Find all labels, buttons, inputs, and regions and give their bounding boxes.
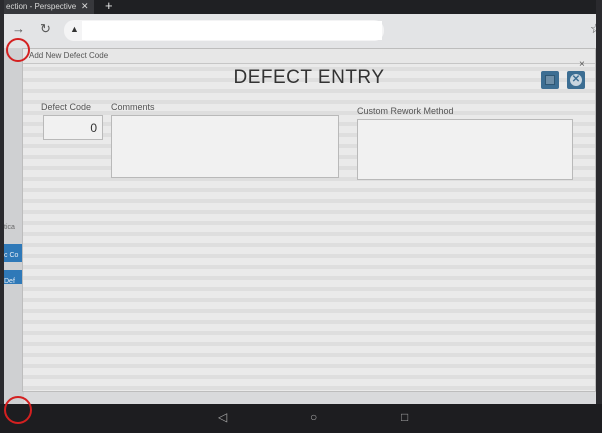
android-home-icon[interactable]: ○	[310, 410, 317, 424]
tablet-screen: ection - Perspective ✕ + → ↻ ▲ ☆ tica c …	[4, 0, 596, 404]
form-heading: DEFECT ENTRY	[233, 67, 385, 88]
save-icon	[545, 75, 555, 85]
save-button[interactable]	[541, 71, 559, 89]
red-annotation-circle-bottom	[4, 396, 32, 424]
rework-method-textarea[interactable]	[357, 119, 573, 180]
comments-textarea[interactable]	[111, 115, 339, 178]
tab-close-icon[interactable]: ✕	[81, 0, 89, 13]
background-nav-item-label: c Co	[4, 252, 19, 259]
browser-tab[interactable]: ection - Perspective ✕	[4, 0, 94, 14]
browser-toolbar: → ↻ ▲ ☆	[4, 14, 596, 48]
background-label: tica	[4, 224, 15, 231]
android-recents-icon[interactable]: □	[401, 410, 408, 424]
defect-code-value: 0	[90, 121, 97, 135]
new-tab-icon[interactable]: +	[105, 0, 113, 13]
defect-entry-popup: Add New Defect Code × DEFECT ENTRY ✕ Def…	[22, 48, 596, 392]
popup-title: Add New Defect Code	[29, 51, 109, 60]
defect-code-input[interactable]: 0	[43, 115, 103, 140]
site-info-icon[interactable]: ▲	[70, 24, 79, 34]
back-arrow-icon[interactable]: →	[12, 22, 25, 36]
photo-frame: ection - Perspective ✕ + → ↻ ▲ ☆ tica c …	[0, 0, 602, 433]
background-page: tica c Co Def	[4, 48, 24, 404]
cancel-icon: ✕	[570, 74, 582, 86]
bookmark-star-icon[interactable]: ☆	[590, 21, 596, 37]
android-back-icon[interactable]: ◁	[218, 410, 227, 424]
defect-code-label: Defect Code	[41, 102, 92, 112]
background-nav-item-label: Def	[4, 278, 15, 285]
redacted-url	[82, 21, 382, 40]
comments-label: Comments	[111, 102, 155, 112]
address-bar[interactable]: ▲	[64, 20, 384, 41]
tab-title: ection - Perspective	[6, 2, 77, 11]
background-nav-item[interactable]: Def	[4, 270, 22, 285]
reload-icon[interactable]: ↻	[40, 22, 51, 36]
red-annotation-circle-top	[6, 38, 30, 62]
popup-header: Add New Defect Code	[23, 49, 595, 64]
rework-method-label: Custom Rework Method	[357, 106, 454, 116]
background-nav-item[interactable]: c Co	[4, 244, 22, 262]
browser-tab-bar: ection - Perspective ✕ +	[4, 0, 596, 14]
android-nav-bar: ◁ ○ □	[0, 404, 602, 433]
cancel-button[interactable]: ✕	[567, 71, 585, 89]
